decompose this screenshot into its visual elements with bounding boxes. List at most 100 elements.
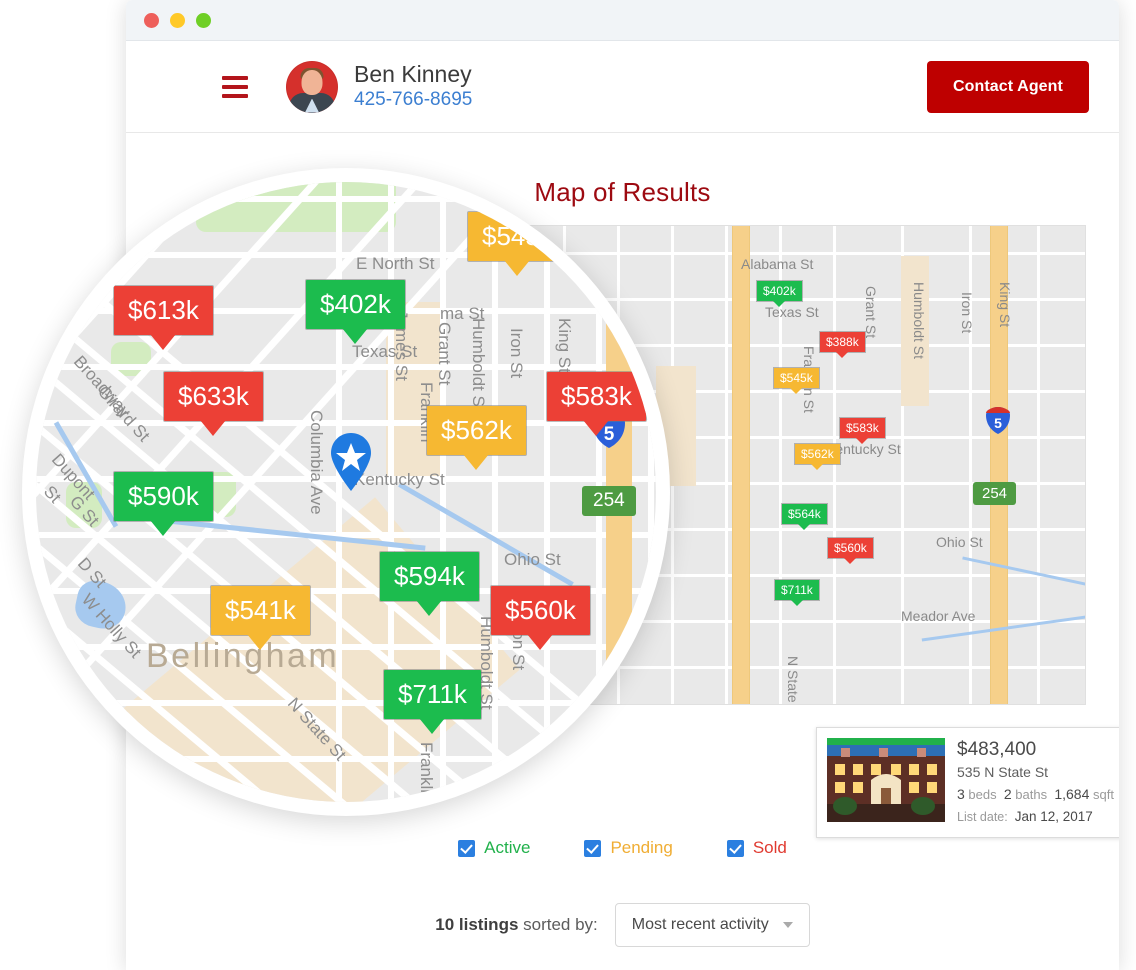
map-water — [962, 556, 1085, 589]
listing-specs: 3 beds 2 baths 1,684 sqft — [957, 783, 1114, 806]
listing-count-text: 10 listings sorted by: — [435, 915, 598, 935]
map-marker[interactable]: $562k — [795, 444, 840, 470]
map-street-label: Grant St — [863, 286, 879, 339]
map-street-label: Franklin — [417, 742, 436, 802]
status-stripe — [827, 738, 945, 745]
agent-phone-link[interactable]: 425-766-8695 — [354, 88, 472, 112]
site-header: Ben Kinney 425-766-8695 Contact Agent — [126, 41, 1119, 133]
baths-label: baths — [1015, 786, 1048, 802]
map-marker[interactable]: $594k — [380, 552, 479, 616]
sqft-count: 1,684 — [1054, 785, 1090, 802]
agent-name: Ben Kinney — [354, 61, 472, 88]
map-marker[interactable]: $564k — [782, 504, 827, 530]
contact-agent-button[interactable]: Contact Agent — [926, 60, 1089, 113]
sqft-label: sqft — [1093, 786, 1114, 802]
map-marker[interactable]: $583k — [547, 372, 646, 436]
map-marker[interactable]: $613k — [114, 286, 213, 350]
listing-details: $483,400 535 N State St 3 beds 2 baths 1… — [957, 738, 1114, 827]
map-road — [833, 226, 836, 704]
map-road — [36, 756, 656, 762]
svg-text:5: 5 — [994, 415, 1002, 431]
map-street-label: Grant St — [435, 322, 454, 386]
map-marker[interactable]: $562k — [427, 406, 526, 470]
magnified-map[interactable]: Bellingham E North St ma St Texas St Bro… — [36, 182, 656, 802]
state-route-254-shield: 254 — [582, 486, 636, 516]
hamburger-menu-icon[interactable] — [222, 75, 248, 98]
map-street-label: Alabama St — [741, 256, 814, 272]
map-street-label: Humboldt St — [911, 282, 927, 360]
filter-sold[interactable]: Sold — [726, 838, 787, 858]
map-street-label: Humboldt St — [469, 318, 488, 412]
map-marker[interactable]: $711k — [775, 580, 819, 606]
map-road — [1037, 226, 1040, 704]
status-filters: Active Pending Sold — [126, 838, 1119, 858]
star-pin-marker-icon[interactable] — [328, 432, 374, 492]
checkbox-pending[interactable] — [584, 839, 602, 857]
map-marker[interactable]: $711k — [384, 670, 481, 734]
map-marker[interactable]: $560k — [828, 538, 873, 564]
map-marker[interactable]: $402k — [757, 281, 802, 307]
map-road — [725, 226, 728, 704]
filter-active[interactable]: Active — [458, 838, 530, 858]
agent-avatar[interactable] — [286, 60, 338, 113]
window-maximize-button[interactable] — [196, 12, 211, 28]
property-photo — [827, 738, 945, 822]
map-info-card[interactable]: $483,400 535 N State St 3 beds 2 baths 1… — [816, 727, 1119, 839]
listing-count: 10 listings — [435, 915, 519, 934]
map-marker[interactable]: $633k — [164, 372, 263, 436]
map-road — [544, 182, 550, 802]
listing-price: $483,400 — [957, 739, 1037, 760]
filter-pending-label: Pending — [610, 838, 673, 857]
sort-selected-value: Most recent activity — [631, 916, 769, 933]
city-label: Bellingham — [146, 637, 340, 675]
map-street-label: King St — [997, 282, 1013, 328]
map-marker[interactable]: $583k — [840, 418, 885, 444]
beds-label: beds — [968, 786, 997, 802]
checkbox-sold[interactable] — [726, 839, 744, 857]
filter-sold-label: Sold — [752, 838, 787, 857]
map-road — [648, 182, 654, 802]
listing-address: 535 N State St — [957, 763, 1049, 780]
window-close-button[interactable] — [144, 12, 159, 28]
map-road — [36, 196, 656, 202]
map-marker[interactable]: $560k — [491, 586, 590, 650]
chevron-down-icon — [782, 922, 793, 928]
map-street-label: E North St — [356, 254, 435, 273]
sorted-by-label: sorted by: — [518, 915, 598, 934]
map-street-label: Iron St — [959, 292, 975, 334]
filter-pending[interactable]: Pending — [584, 838, 673, 858]
sort-select[interactable]: Most recent activity — [614, 903, 810, 947]
baths-count: 2 — [1003, 785, 1012, 802]
sort-row: 10 listings sorted by: Most recent activ… — [126, 903, 1119, 947]
map-road — [36, 700, 656, 706]
map-highway-i5 — [733, 226, 749, 704]
window-minimize-button[interactable] — [170, 12, 185, 28]
window-titlebar — [126, 0, 1119, 41]
hamburger-bar — [222, 93, 248, 98]
state-route-254-shield: 254 — [973, 482, 1017, 505]
beds-count: 3 — [957, 785, 965, 802]
map-street-label: N State St — [785, 656, 801, 705]
hamburger-bar — [222, 84, 248, 89]
hamburger-bar — [222, 75, 248, 80]
list-date-value: Jan 12, 2017 — [1014, 808, 1093, 824]
map-magnifier: Bellingham E North St ma St Texas St Bro… — [22, 168, 670, 816]
map-marker[interactable]: $541k — [211, 586, 310, 650]
checkbox-active[interactable] — [458, 839, 476, 857]
map-marker[interactable]: $388k — [820, 332, 865, 358]
map-marker[interactable]: $545k — [468, 212, 567, 276]
list-date-label: List date: — [957, 809, 1008, 824]
map-street-label: Meador Ave — [901, 608, 976, 624]
interstate-5-shield-icon: 5 — [986, 407, 1010, 434]
map-street-label: King St — [555, 318, 574, 373]
map-marker[interactable]: $545k — [774, 368, 819, 394]
map-marker[interactable]: $402k — [306, 280, 405, 344]
map-street-label: Ohio St — [504, 550, 561, 569]
map-street-label: Iron St — [507, 328, 526, 379]
map-street-label: Ohio St — [936, 534, 983, 550]
listing-thumbnail — [827, 738, 945, 822]
listing-list-date: List date: Jan 12, 2017 — [957, 806, 1114, 828]
screenshot-root: Ben Kinney 425-766-8695 Contact Agent Ma… — [0, 0, 1136, 970]
map-marker[interactable]: $590k — [114, 472, 213, 536]
agent-info: Ben Kinney 425-766-8695 — [354, 61, 472, 112]
